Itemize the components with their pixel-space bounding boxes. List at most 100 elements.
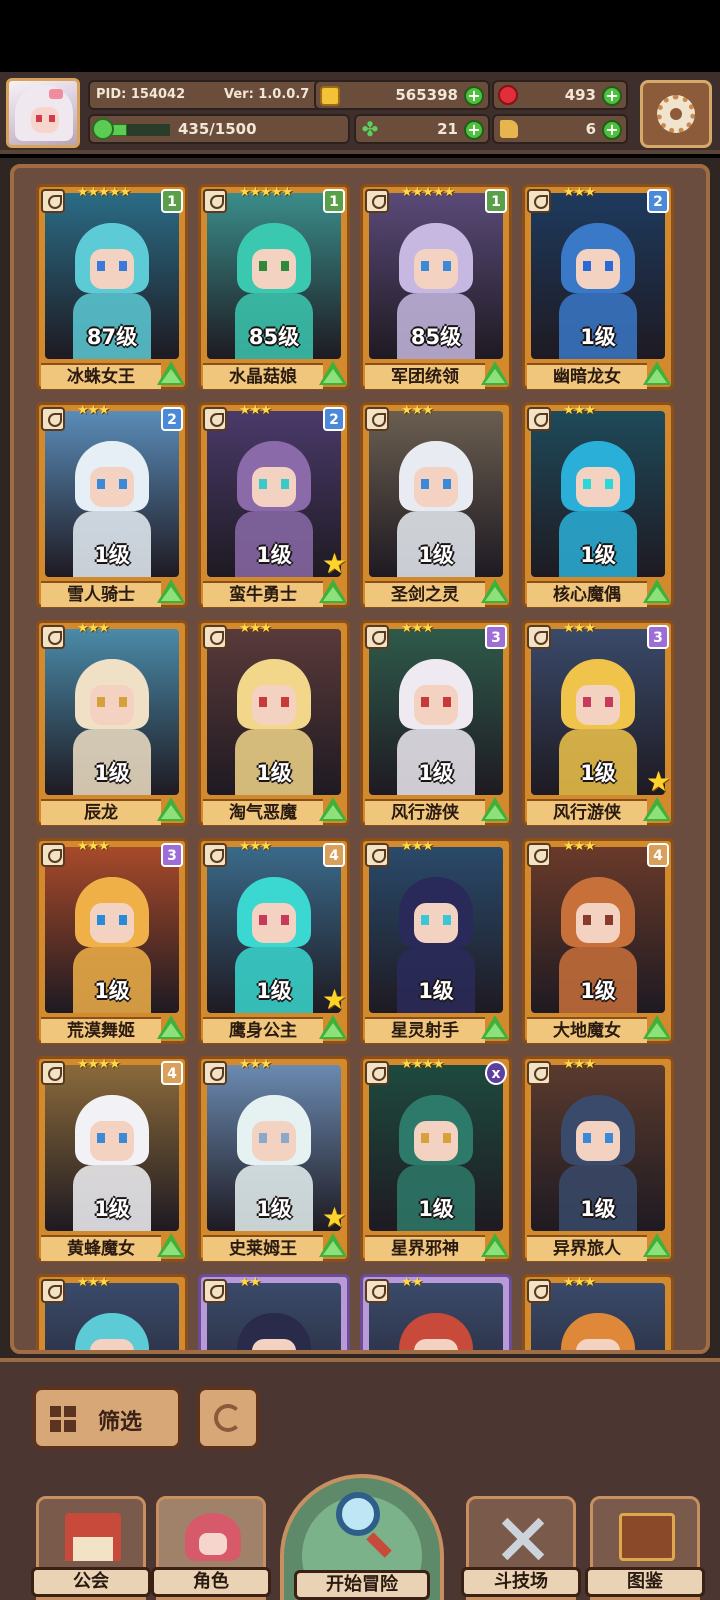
class-icon (527, 625, 551, 649)
class-icon (527, 407, 551, 431)
hero-card[interactable]: ★★★ 1级 史莱姆王 ★ (198, 1056, 350, 1262)
upgrade-arrow-icon (157, 361, 185, 385)
class-icon (203, 625, 227, 649)
hero-level: 1级 (580, 979, 616, 1003)
hero-name: 史莱姆王 (203, 1235, 323, 1261)
gem-value: 493 (564, 86, 596, 104)
hero-card[interactable]: ★★★ 3 1级 风行游侠 ★ (522, 620, 674, 826)
hero-name: 冰蛛女王 (41, 363, 161, 389)
class-icon (365, 625, 389, 649)
add-clover-button[interactable]: + (464, 120, 484, 140)
hero-level: 1级 (94, 543, 130, 567)
status-bar (0, 0, 720, 72)
hero-name: 异界旅人 (527, 1235, 647, 1261)
hero-card[interactable]: ★★★ 1级 异界旅人 (522, 1056, 674, 1262)
rank-badge: 1 (323, 189, 345, 213)
star-icon: ★ (321, 547, 347, 580)
nav-adventure-label: 开始冒险 (294, 1570, 430, 1600)
crossed-swords-icon (495, 1513, 551, 1561)
nav-adventure[interactable]: 开始冒险 (280, 1470, 444, 1600)
nav-arena[interactable]: 斗技场 (461, 1496, 581, 1600)
hero-card[interactable]: ★★★★★ 1 85级 水晶菇娘 (198, 184, 350, 390)
class-icon (41, 625, 65, 649)
class-icon (365, 843, 389, 867)
clover-icon: ✤ (361, 117, 379, 141)
hero-card-partial[interactable]: ★★ (198, 1274, 350, 1350)
upgrade-arrow-icon (481, 1015, 509, 1039)
clover-bar: ✤ 21 + (354, 114, 490, 144)
bottom-nav: 公会 角色 开始冒险 斗技场 图鉴 (0, 1470, 720, 1600)
hero-card[interactable]: ★★★★★ 1 85级 军团统领 (360, 184, 512, 390)
hero-level: 1级 (418, 1197, 454, 1221)
add-gem-button[interactable]: + (602, 86, 622, 106)
upgrade-arrow-icon (643, 361, 671, 385)
hero-card[interactable]: ★★★ 2 1级 幽暗龙女 (522, 184, 674, 390)
hero-card[interactable]: ★★★★★ 1 87级 冰蛛女王 (36, 184, 188, 390)
rank-badge: 4 (647, 843, 669, 867)
hero-name: 幽暗龙女 (527, 363, 647, 389)
boot-bar: 6 + (492, 114, 628, 144)
star-rating: ★★★ (239, 403, 272, 418)
upgrade-arrow-icon (643, 797, 671, 821)
hero-card[interactable]: ★★★ 3 1级 荒漠舞姬 (36, 838, 188, 1044)
hero-name: 鹰身公主 (203, 1017, 323, 1043)
upgrade-arrow-icon (157, 1015, 185, 1039)
nav-role[interactable]: 角色 (151, 1496, 271, 1600)
settings-button[interactable] (640, 80, 712, 148)
player-avatar[interactable] (6, 78, 80, 148)
hero-level: 1级 (94, 979, 130, 1003)
magnifier-icon (336, 1492, 380, 1536)
star-rating: ★★★ (77, 839, 110, 854)
star-rating: ★★★★★ (401, 185, 455, 200)
nav-codex-label: 图鉴 (585, 1567, 705, 1597)
upgrade-arrow-icon (481, 361, 509, 385)
hero-card[interactable]: ★★★★ x 1级 星界邪神 (360, 1056, 512, 1262)
class-icon (365, 407, 389, 431)
filter-bar: 筛选 (0, 1358, 720, 1470)
nav-codex[interactable]: 图鉴 (585, 1496, 705, 1600)
class-icon (203, 843, 227, 867)
ruby-icon (498, 85, 518, 105)
hero-card-partial[interactable]: ★★★ (36, 1274, 188, 1350)
class-icon (203, 189, 227, 213)
nav-guild[interactable]: 公会 (31, 1496, 151, 1600)
hero-card[interactable]: ★★★ 1级 辰龙 (36, 620, 188, 826)
add-gold-button[interactable]: + (464, 86, 484, 106)
hero-level: 1级 (580, 543, 616, 567)
rank-badge: 2 (161, 407, 183, 431)
hero-name: 蛮牛勇士 (203, 581, 323, 607)
add-boot-button[interactable]: + (602, 120, 622, 140)
hero-card[interactable]: ★★★ 2 1级 雪人骑士 (36, 402, 188, 608)
refresh-button[interactable] (196, 1386, 260, 1450)
filter-button[interactable]: 筛选 (32, 1386, 182, 1450)
hero-card[interactable]: ★★★ 2 1级 蛮牛勇士 ★ (198, 402, 350, 608)
class-icon (365, 1279, 389, 1303)
hero-name: 辰龙 (41, 799, 161, 825)
hero-name: 大地魔女 (527, 1017, 647, 1043)
hero-card-partial[interactable]: ★★ (360, 1274, 512, 1350)
star-rating: ★★★★★ (77, 185, 131, 200)
hero-portrait (45, 1283, 179, 1350)
gold-coin-icon (320, 86, 340, 106)
hero-card-partial[interactable]: ★★★ (522, 1274, 674, 1350)
pid-text: PID: 154042 (96, 87, 186, 102)
hero-card[interactable]: ★★★ 4 1级 大地魔女 (522, 838, 674, 1044)
hero-card[interactable]: ★★★ 1级 圣剑之灵 (360, 402, 512, 608)
hero-card[interactable]: ★★★★ 4 1级 黄蜂魔女 (36, 1056, 188, 1262)
energy-value: 435/1500 (178, 120, 257, 138)
hero-name: 荒漠舞姬 (41, 1017, 161, 1043)
character-icon (185, 1513, 241, 1561)
hero-card[interactable]: ★★★ 3 1级 风行游侠 (360, 620, 512, 826)
hero-card[interactable]: ★★★ 1级 淘气恶魔 (198, 620, 350, 826)
hero-card[interactable]: ★★★ 1级 核心魔偶 (522, 402, 674, 608)
star-rating: ★★★ (563, 1275, 596, 1290)
refresh-icon (214, 1404, 242, 1432)
hero-card[interactable]: ★★★ 1级 星灵射手 (360, 838, 512, 1044)
hero-name: 淘气恶魔 (203, 799, 323, 825)
hero-name: 黄蜂魔女 (41, 1235, 161, 1261)
hero-name: 风行游侠 (365, 799, 485, 825)
star-rating: ★★★ (401, 839, 434, 854)
hero-card[interactable]: ★★★ 4 1级 鹰身公主 ★ (198, 838, 350, 1044)
gold-bar: 565398 + (314, 80, 490, 110)
star-rating: ★★★ (77, 403, 110, 418)
